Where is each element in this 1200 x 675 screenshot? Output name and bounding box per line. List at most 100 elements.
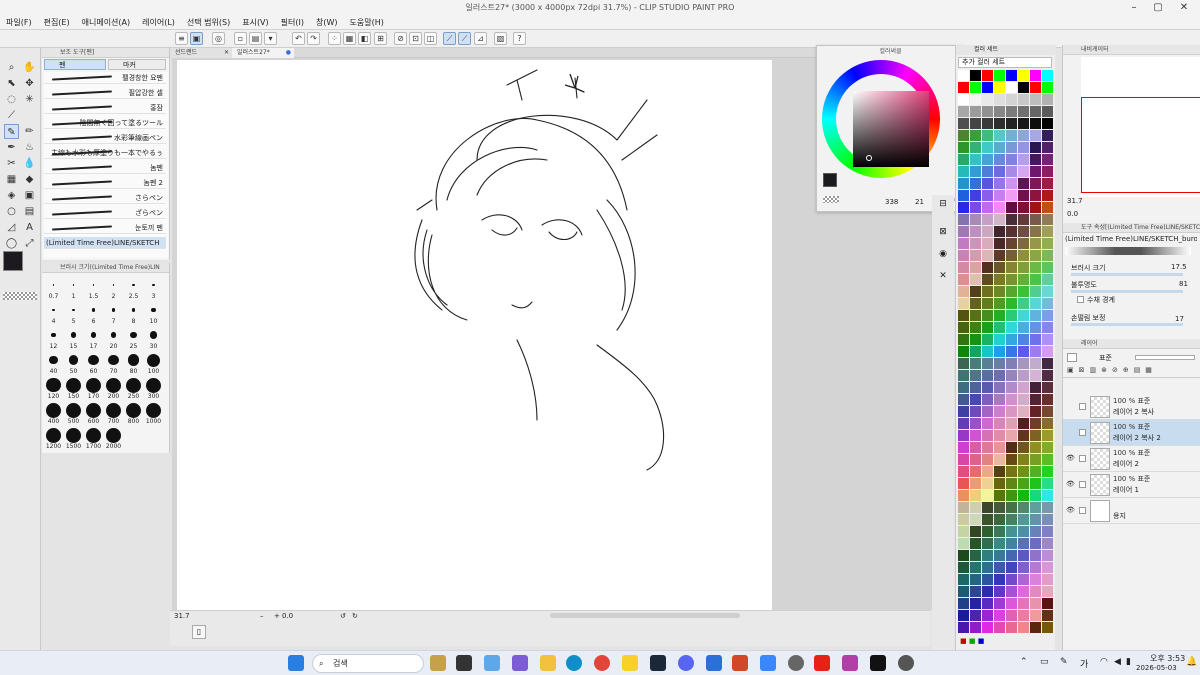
- color-swatch[interactable]: [982, 478, 993, 489]
- special-ruler-icon[interactable]: ⟋: [458, 32, 471, 45]
- color-swatch[interactable]: [1030, 298, 1041, 309]
- color-swatch[interactable]: [1030, 190, 1041, 201]
- brush-size-option[interactable]: 10: [144, 302, 163, 325]
- color-swatch[interactable]: [1006, 274, 1017, 285]
- color-swatch[interactable]: [1042, 574, 1053, 585]
- color-swatch[interactable]: [982, 118, 993, 129]
- menu-icon[interactable]: ≡: [175, 32, 188, 45]
- close-icon[interactable]: ✕: [1176, 0, 1192, 15]
- color-swatch[interactable]: [958, 130, 969, 141]
- brush-size-option[interactable]: 60: [84, 352, 103, 375]
- fill-tool-icon[interactable]: ◈: [4, 188, 19, 203]
- color-swatch[interactable]: [994, 610, 1005, 621]
- color-swatch[interactable]: [982, 382, 993, 393]
- color-swatch[interactable]: [1006, 214, 1017, 225]
- powerpoint-icon[interactable]: [732, 655, 748, 671]
- color-swatch[interactable]: [994, 598, 1005, 609]
- menu-file[interactable]: 파일(F): [6, 15, 32, 29]
- brush-size-option[interactable]: 1700: [84, 427, 103, 450]
- color-swatch[interactable]: [994, 238, 1005, 249]
- color-swatch[interactable]: [1018, 286, 1029, 297]
- color-swatch[interactable]: [970, 442, 981, 453]
- color-swatch[interactable]: [958, 262, 969, 273]
- brush-item[interactable]: 놈펜: [44, 162, 166, 174]
- color-swatch[interactable]: [994, 430, 1005, 441]
- invert-icon[interactable]: ◫: [424, 32, 437, 45]
- color-swatch[interactable]: [994, 322, 1005, 333]
- color-swatch[interactable]: [970, 430, 981, 441]
- color-swatch[interactable]: [1018, 226, 1029, 237]
- layer-lock-checkbox[interactable]: [1079, 429, 1086, 436]
- youtube-icon[interactable]: [814, 655, 830, 671]
- color-swatch[interactable]: [1018, 550, 1029, 561]
- brush-size-option[interactable]: 40: [44, 352, 63, 375]
- color-swatch[interactable]: [1006, 238, 1017, 249]
- eyedropper-icon[interactable]: ⟋: [4, 108, 19, 123]
- close-icon[interactable]: ✕: [224, 48, 229, 58]
- tab-doc-2[interactable]: 일러스트27* ●: [232, 48, 294, 58]
- steam-icon[interactable]: [650, 655, 666, 671]
- color-swatch[interactable]: [1006, 286, 1017, 297]
- color-swatch[interactable]: [958, 490, 969, 501]
- color-swatch[interactable]: [1006, 538, 1017, 549]
- color-swatch[interactable]: [994, 166, 1005, 177]
- visibility-eye-icon[interactable]: 👁: [1066, 506, 1075, 514]
- brush-size-option[interactable]: 17: [84, 327, 103, 350]
- color-swatch[interactable]: [970, 622, 981, 633]
- color-swatch[interactable]: [958, 454, 969, 465]
- color-swatch[interactable]: [970, 358, 981, 369]
- color-swatch[interactable]: [1042, 562, 1053, 573]
- color-swatch[interactable]: [1030, 394, 1041, 405]
- color-swatch[interactable]: [1006, 478, 1017, 489]
- redo-icon[interactable]: ↷: [307, 32, 320, 45]
- camera-icon[interactable]: ◉: [936, 249, 950, 263]
- color-swatch[interactable]: [1042, 190, 1053, 201]
- undo-icon[interactable]: ↶: [292, 32, 305, 45]
- app-icon[interactable]: [870, 655, 886, 671]
- menu-layer[interactable]: 레이어(L): [142, 15, 175, 29]
- color-swatch[interactable]: [958, 226, 969, 237]
- layer-lock-checkbox[interactable]: [1079, 481, 1086, 488]
- color-swatch[interactable]: [994, 262, 1005, 273]
- menu-window[interactable]: 창(W): [316, 15, 338, 29]
- color-swatch[interactable]: [1006, 586, 1017, 597]
- color-swatch[interactable]: [958, 154, 969, 165]
- color-swatch[interactable]: [1030, 586, 1041, 597]
- brush-size-option[interactable]: 25: [124, 327, 143, 350]
- minimize-icon[interactable]: –: [1126, 0, 1142, 15]
- color-swatch[interactable]: [1018, 70, 1029, 81]
- color-swatch[interactable]: [1030, 118, 1041, 129]
- color-swatch[interactable]: [1030, 430, 1041, 441]
- color-swatch[interactable]: [1018, 94, 1029, 105]
- app-icon[interactable]: [706, 655, 722, 671]
- color-swatch[interactable]: [970, 586, 981, 597]
- color-set-select[interactable]: 추가 컬러 세트: [958, 57, 1052, 68]
- color-swatch[interactable]: [1030, 406, 1041, 417]
- color-swatch[interactable]: [1018, 610, 1029, 621]
- color-swatch[interactable]: [958, 322, 969, 333]
- volume-icon[interactable]: ◀: [1114, 657, 1121, 667]
- color-swatch[interactable]: [958, 466, 969, 477]
- color-swatch[interactable]: [982, 94, 993, 105]
- color-swatch[interactable]: [1042, 454, 1053, 465]
- color-swatch[interactable]: [1006, 70, 1017, 81]
- color-swatch[interactable]: [970, 562, 981, 573]
- brush-size-option[interactable]: 12: [44, 327, 63, 350]
- navigator-preview[interactable]: [1081, 57, 1200, 197]
- color-swatch[interactable]: [1006, 178, 1017, 189]
- color-swatch[interactable]: [982, 358, 993, 369]
- color-swatch[interactable]: [1006, 358, 1017, 369]
- layer-row[interactable]: 👁 100 % 표준 레이어 1: [1063, 472, 1200, 498]
- color-swatch[interactable]: [970, 322, 981, 333]
- color-swatch[interactable]: [970, 226, 981, 237]
- color-swatch[interactable]: [982, 370, 993, 381]
- color-swatch[interactable]: [1018, 430, 1029, 441]
- color-swatch[interactable]: [1030, 70, 1041, 81]
- color-swatch[interactable]: [970, 82, 981, 93]
- color-swatch[interactable]: [982, 502, 993, 513]
- clip-studio-icon[interactable]: ◎: [212, 32, 225, 45]
- color-swatch[interactable]: [1006, 106, 1017, 117]
- color-swatch[interactable]: [970, 190, 981, 201]
- brush-size-option[interactable]: 400: [44, 402, 63, 425]
- color-swatch[interactable]: [994, 142, 1005, 153]
